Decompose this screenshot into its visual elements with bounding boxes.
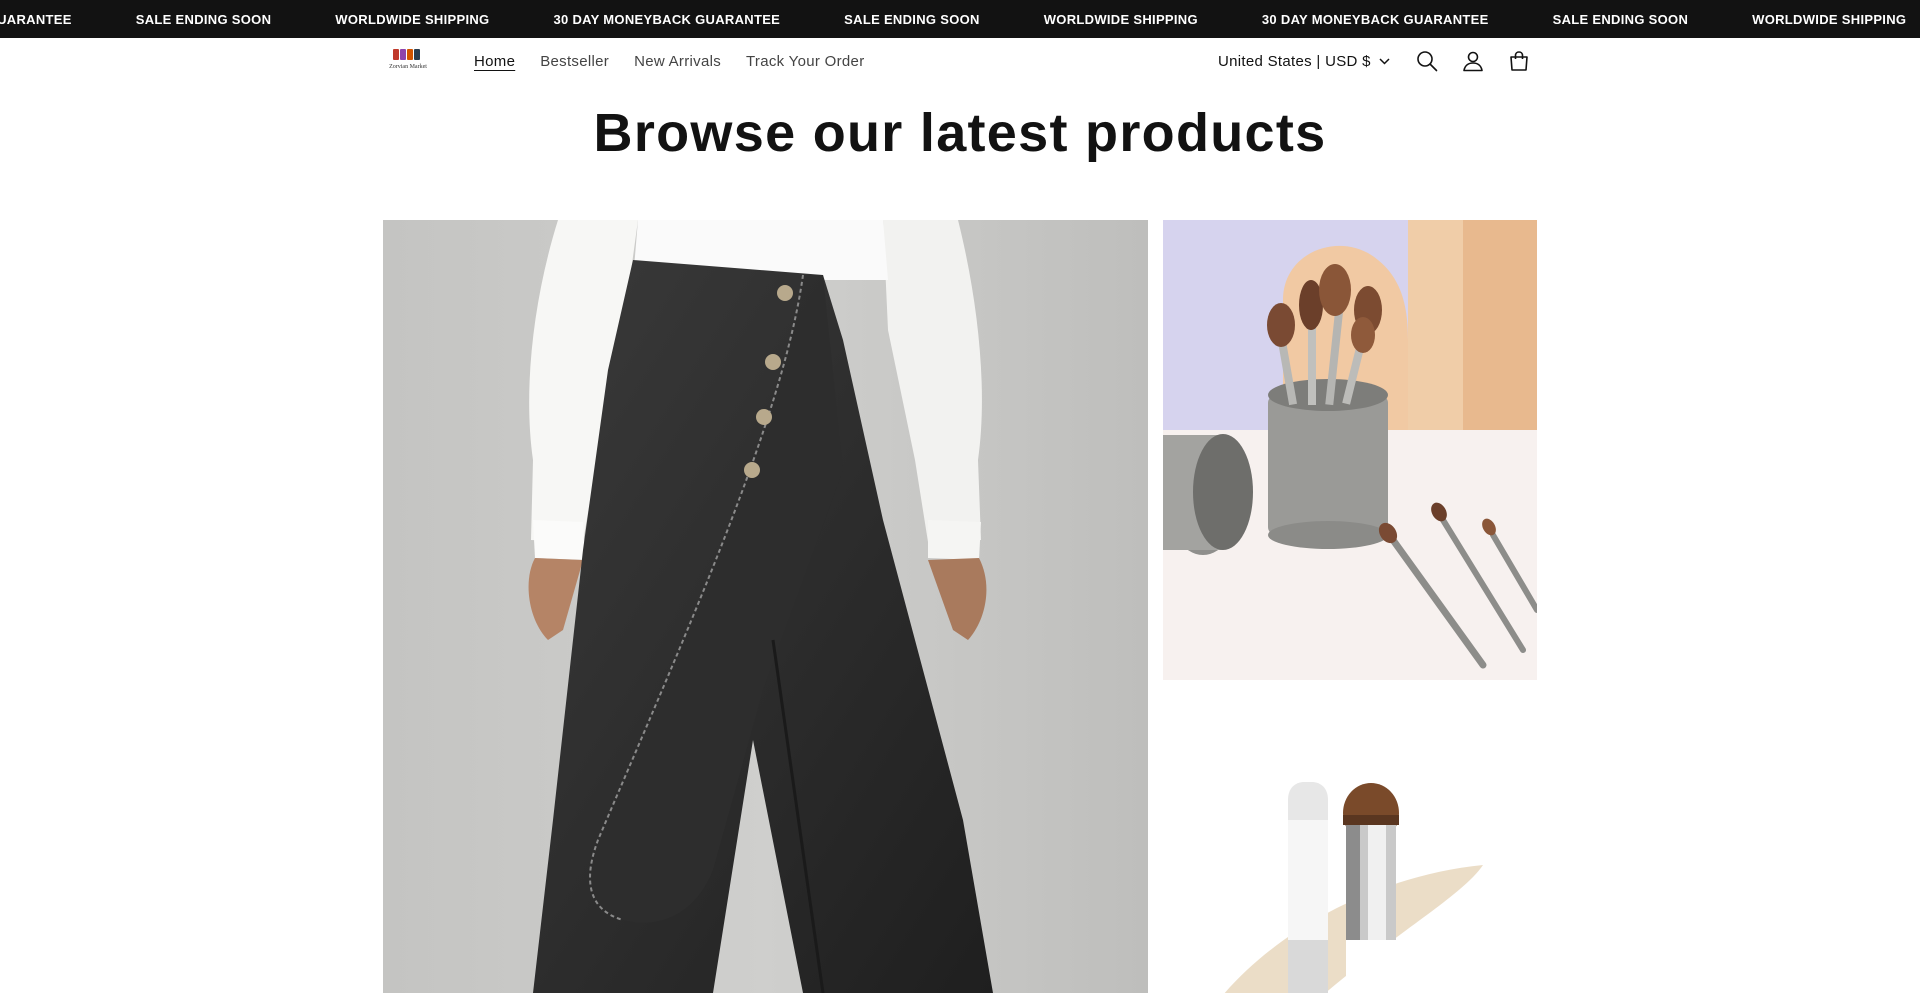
main-nav: Home Bestseller New Arrivals Track Your … [474, 38, 890, 84]
store-logo[interactable]: Zorvian Market [385, 47, 431, 75]
announcement-bar: ONEYBACK GUARANTEE SALE ENDING SOON WORL… [0, 0, 1920, 38]
search-button[interactable] [1413, 47, 1441, 75]
brush-set-image [1163, 220, 1537, 680]
cart-button[interactable] [1505, 47, 1533, 75]
country-currency-selector[interactable]: United States | USD $ [1218, 38, 1390, 84]
announcement-item: 30 DAY MONEYBACK GUARANTEE [553, 11, 781, 27]
denim-pants-image [383, 220, 1148, 993]
product-card-foundation-stick[interactable] [1163, 695, 1537, 993]
search-icon [1417, 51, 1438, 72]
announcement-item: 30 DAY MONEYBACK GUARANTEE [1261, 11, 1489, 27]
locale-label: United States | USD $ [1218, 52, 1371, 70]
account-button[interactable] [1459, 47, 1487, 75]
announcement-item: SALE ENDING SOON [1552, 11, 1689, 27]
account-icon [1463, 51, 1483, 72]
product-card-denim-pants[interactable] [383, 220, 1148, 993]
cart-icon [1510, 51, 1528, 71]
chevron-down-icon [1379, 57, 1390, 65]
announcement-item: WORLDWIDE SHIPPING [1752, 11, 1907, 27]
nav-link-track-order[interactable]: Track Your Order [746, 53, 864, 70]
page-title: Browse our latest products [593, 103, 1327, 163]
site-header: Zorvian Market Home Bestseller New Arriv… [0, 38, 1920, 84]
foundation-stick-image [1163, 695, 1537, 993]
announcement-item: SALE ENDING SOON [135, 11, 272, 27]
product-card-brush-set[interactable] [1163, 220, 1537, 680]
logo-mark [391, 47, 425, 63]
nav-link-bestseller[interactable]: Bestseller [540, 53, 609, 70]
announcement-item: WORLDWIDE SHIPPING [335, 11, 490, 27]
announcement-item: WORLDWIDE SHIPPING [1043, 11, 1198, 27]
logo-text: Zorvian Market [389, 64, 427, 70]
announcement-item: ONEYBACK GUARANTEE [0, 11, 72, 27]
nav-link-home[interactable]: Home [474, 53, 515, 70]
announcement-item: SALE ENDING SOON [844, 11, 980, 27]
nav-link-new-arrivals[interactable]: New Arrivals [634, 53, 721, 70]
